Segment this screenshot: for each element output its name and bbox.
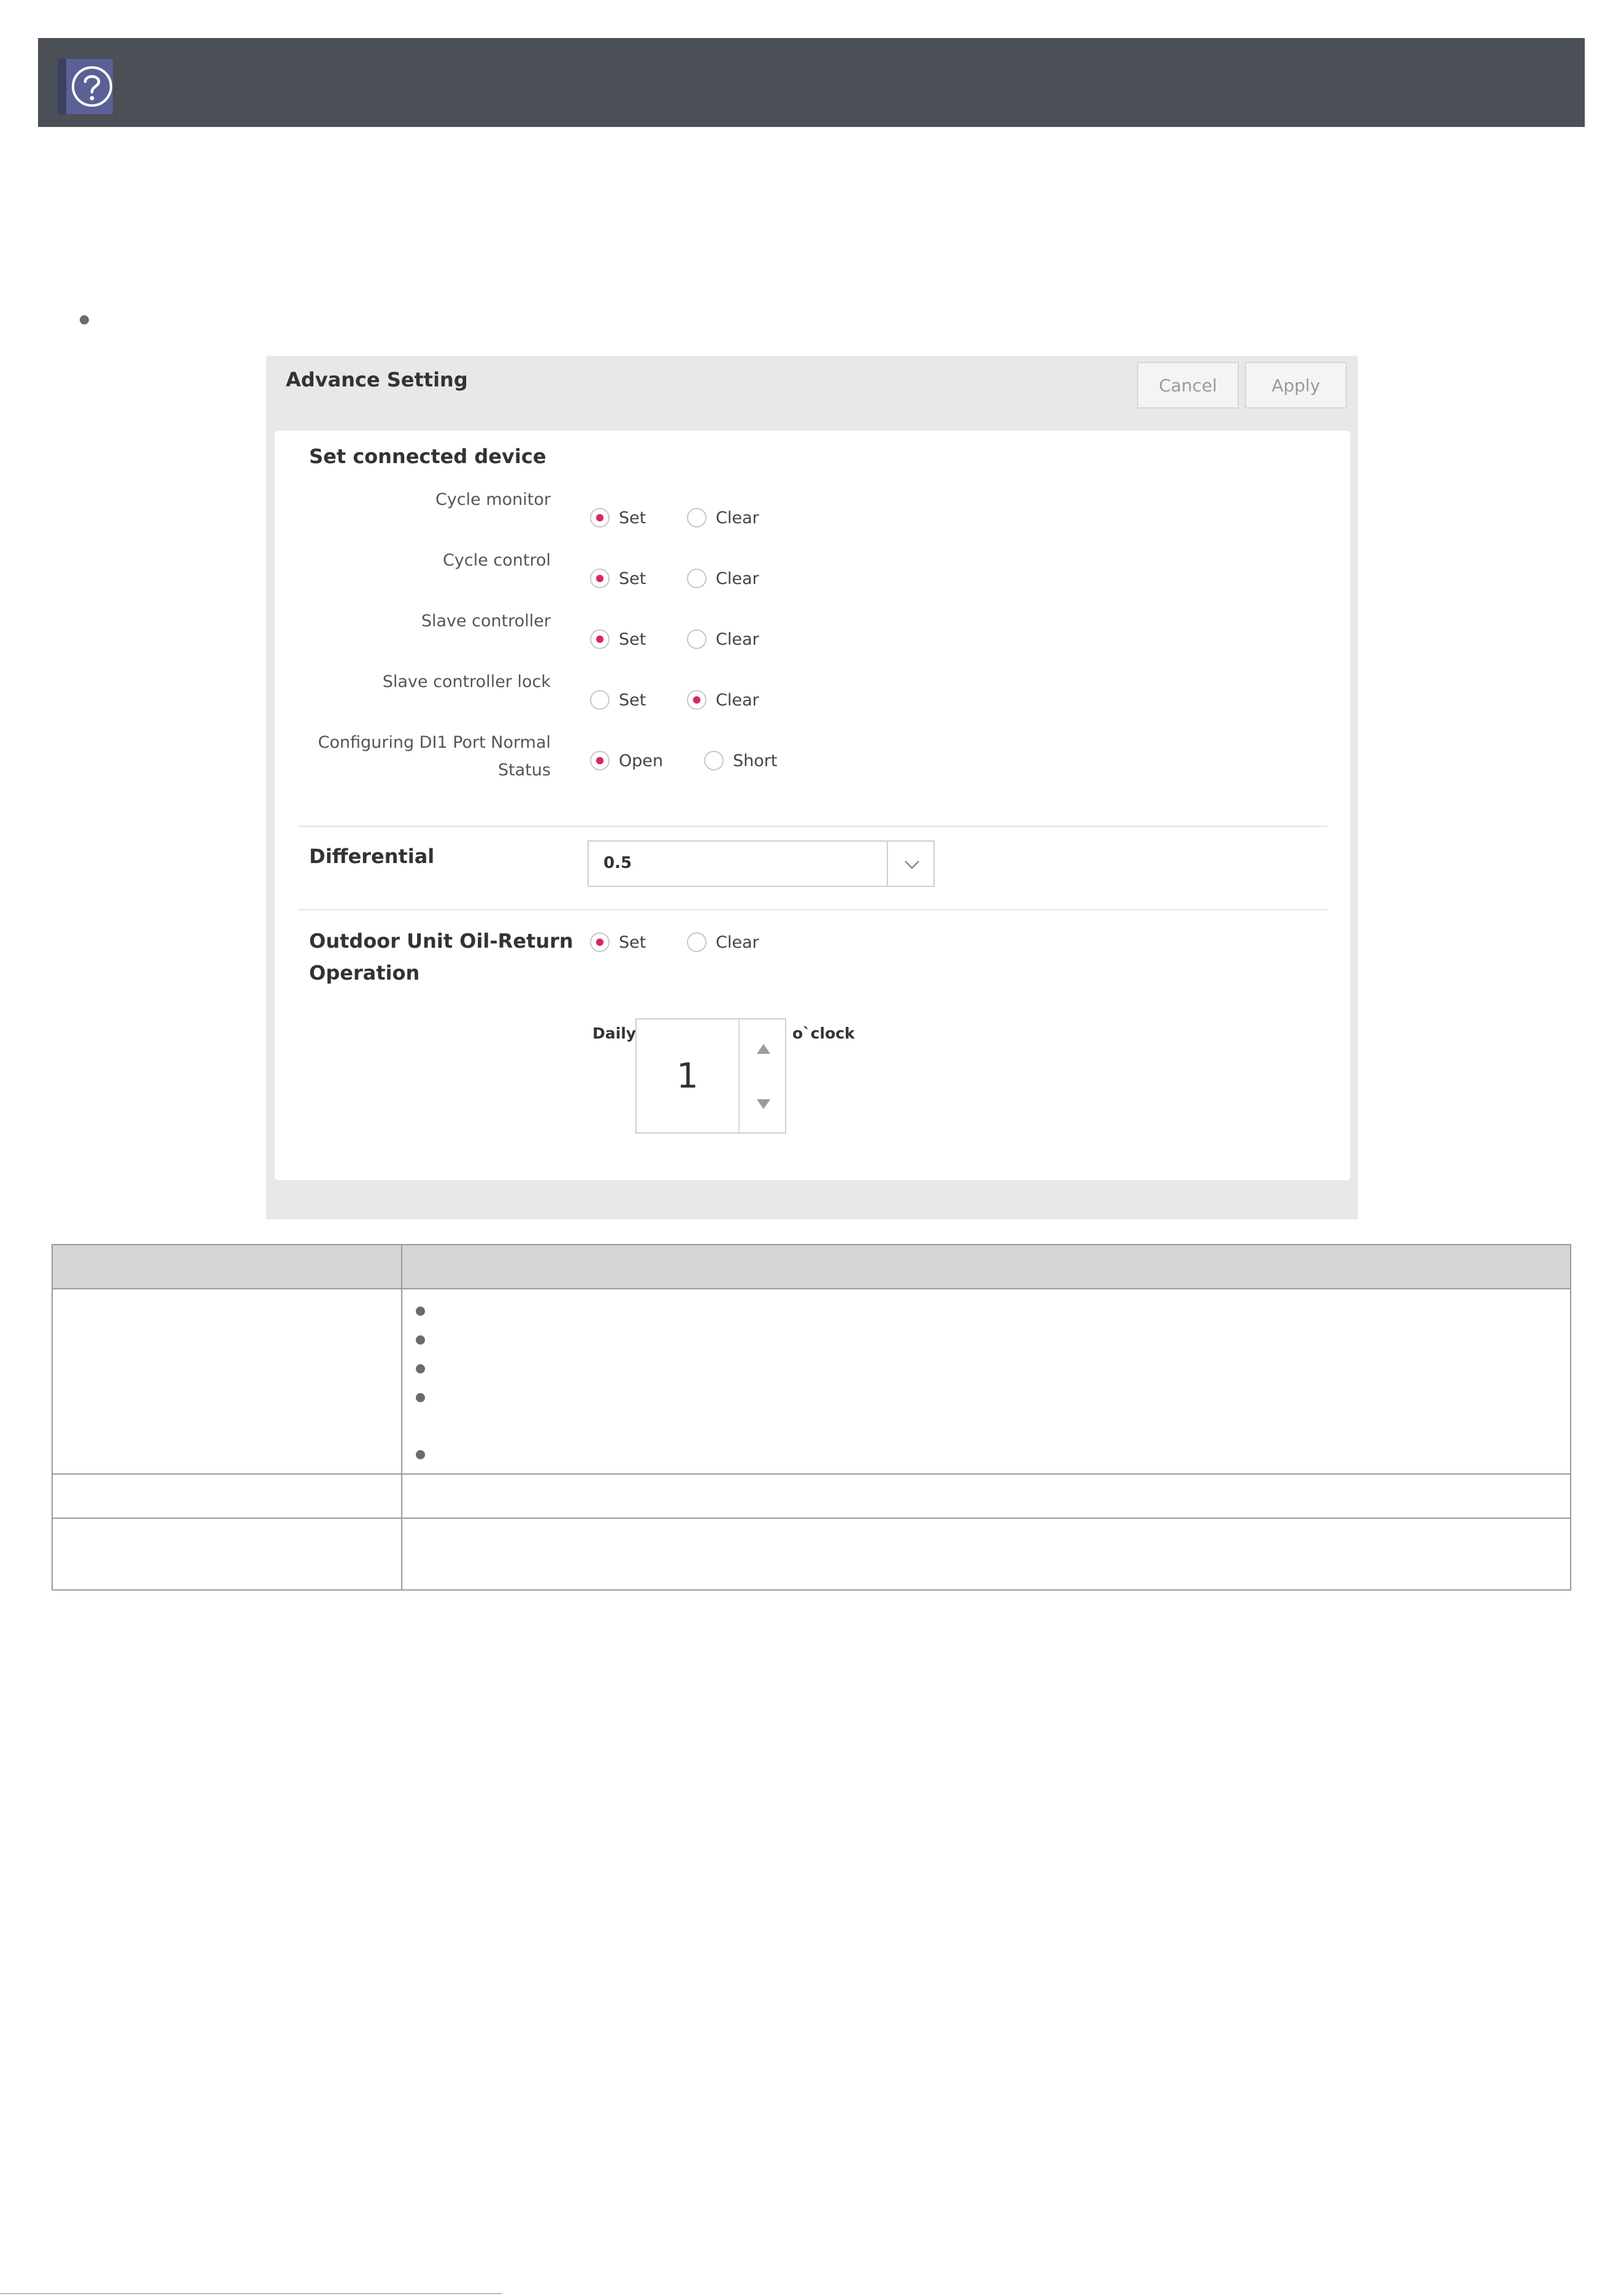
chevron-down-icon [905,861,919,869]
help-header-bar [38,38,1585,127]
table-cell [401,1473,1571,1519]
radio-cycle-control-set[interactable]: Set [590,569,646,588]
radio-indicator [590,629,610,649]
row-label-slave-controller-lock: Slave controller lock [382,672,551,691]
radio-slave-controller-clear[interactable]: Clear [687,629,759,649]
list-bullet [80,315,89,324]
radio-label: Clear [716,690,759,710]
radio-label: Set [619,690,646,710]
radio-slave-lock-clear[interactable]: Clear [687,690,759,710]
radio-indicator [687,932,707,952]
radio-label: Set [619,932,646,952]
section-divider [298,826,1327,827]
help-badge [58,59,113,114]
list-bullet [416,1307,425,1316]
differential-value: 0.5 [603,854,632,872]
radio-slave-lock-set[interactable]: Set [590,690,646,710]
list-bullet [416,1364,425,1373]
decrement-arrow-icon[interactable] [757,1099,770,1109]
advance-setting-dialog: Advance Setting Cancel Apply Set connect… [266,356,1358,1219]
radio-label: Clear [716,629,759,649]
list-bullet [416,1393,425,1402]
radio-label: Clear [716,508,759,528]
row-label-line: Configuring DI1 Port Normal [318,733,551,752]
hour-stepper[interactable]: 1 [635,1018,786,1134]
help-badge-edge [58,59,66,114]
row-label-cycle-control: Cycle control [443,551,551,570]
radio-cycle-monitor-clear[interactable]: Clear [687,508,759,528]
radio-indicator [590,751,610,770]
row-label-di1-port: Configuring DI1 Port Normal Status [318,729,551,784]
oclock-label: o`clock [792,1024,855,1042]
description-table [52,1244,1571,1591]
radio-indicator [590,932,610,952]
section-title-oil-return: Outdoor Unit Oil-Return Operation [309,925,573,989]
table-cell [52,1473,402,1519]
radio-label: Set [619,569,646,588]
hour-value: 1 [676,1056,699,1096]
list-bullet [416,1335,425,1345]
table-cell [52,1288,402,1475]
dialog-title: Advance Setting [286,368,468,391]
select-separator [887,842,888,886]
settings-panel: Set connected device Cycle monitor Set C… [275,431,1350,1180]
section-title-connected-device: Set connected device [309,445,546,468]
apply-button[interactable]: Apply [1245,362,1347,409]
row-label-slave-controller: Slave controller [421,612,551,631]
radio-oil-return-set[interactable]: Set [590,932,646,952]
row-label-line: Status [497,761,551,780]
radio-slave-controller-set[interactable]: Set [590,629,646,649]
radio-di1-short[interactable]: Short [704,751,777,770]
radio-cycle-monitor-set[interactable]: Set [590,508,646,528]
section-title-line: Outdoor Unit Oil-Return [309,929,573,953]
table-header-cell [401,1244,1571,1289]
radio-indicator [687,569,707,588]
radio-label: Set [619,508,646,528]
radio-indicator [590,690,610,710]
radio-cycle-control-clear[interactable]: Clear [687,569,759,588]
list-bullet [416,1450,425,1459]
section-divider [298,909,1327,910]
table-cell [52,1518,402,1591]
radio-di1-open[interactable]: Open [590,751,663,770]
daily-label: Daily [592,1024,637,1042]
radio-indicator [687,629,707,649]
radio-oil-return-clear[interactable]: Clear [687,932,759,952]
table-cell [401,1518,1571,1591]
radio-indicator [687,508,707,528]
radio-indicator [704,751,724,770]
section-title-differential: Differential [309,845,435,868]
stepper-separator [738,1019,740,1132]
differential-select[interactable]: 0.5 [588,840,935,887]
radio-indicator [687,690,707,710]
radio-label: Short [733,751,778,770]
radio-indicator [590,569,610,588]
section-title-line: Operation [309,961,420,985]
radio-label: Clear [716,932,759,952]
radio-indicator [590,508,610,528]
cancel-button[interactable]: Cancel [1137,362,1239,409]
table-header-cell [52,1244,402,1289]
question-circle-icon [72,66,112,107]
table-cell [401,1288,1571,1475]
row-label-cycle-monitor: Cycle monitor [435,490,551,509]
radio-label: Set [619,629,646,649]
increment-arrow-icon[interactable] [757,1044,770,1054]
footer-rule [0,2293,502,2294]
radio-label: Open [619,751,664,770]
radio-label: Clear [716,569,759,588]
